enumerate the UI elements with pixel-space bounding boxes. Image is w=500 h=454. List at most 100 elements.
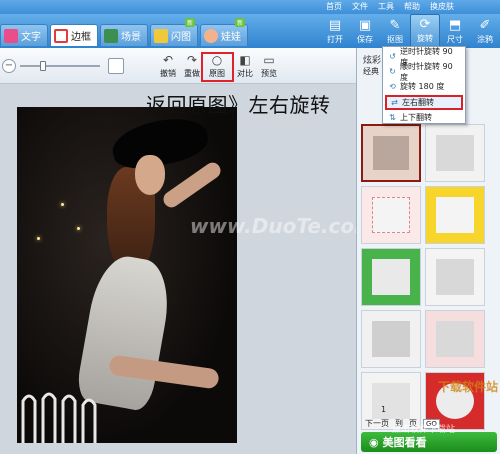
open-label: 打开 (327, 35, 343, 44)
redo-icon: ↷ (186, 53, 198, 67)
frame-thumbnail[interactable] (361, 248, 421, 306)
zoom-fit-button[interactable] (108, 58, 124, 74)
zoom-out-button[interactable]: − (2, 59, 16, 73)
menu-flip-horizontal-label: 左右翻转 (402, 98, 434, 107)
photo-face (135, 155, 165, 195)
menu-flip-horizontal[interactable]: ⇄ 左右翻转 (385, 95, 463, 110)
menu-rotate-180[interactable]: ⟲ 旋转 180 度 (385, 79, 463, 94)
corner-logo-line1: 下载软件站 (437, 380, 498, 394)
main-tab-bar: 文字 边框 场景 新 闪图 新 娃娃 ▤ 打开 ▣ 保存 ✎ 抠图 ⟳ 旋转 ⬒… (0, 14, 500, 48)
tab-flash-label: 闪图 (171, 32, 191, 43)
photo-image (17, 107, 237, 443)
new-badge: 新 (184, 18, 195, 27)
rotate-menu: ↺ 逆时针旋转 90 度 ↻ 顺时针旋转 90 度 ⟲ 旋转 180 度 ⇄ 左… (382, 46, 466, 124)
rotate-180-icon: ⟲ (389, 82, 396, 91)
compare-label: 对比 (237, 69, 253, 78)
flash-icon (154, 28, 168, 43)
zoom-slider-track[interactable] (20, 65, 100, 67)
original-highlight-box (201, 52, 234, 82)
open-icon: ▤ (328, 18, 342, 33)
tab-scene[interactable]: 场景 (100, 24, 148, 46)
menu-help[interactable]: 帮助 (404, 1, 420, 12)
rotate-cw-icon: ↻ (389, 67, 396, 76)
title-bar: 首页 文件 工具 帮助 换皮肤 (0, 0, 500, 14)
flip-vertical-icon: ⇅ (389, 113, 396, 122)
tab-text-label: 文字 (21, 32, 41, 43)
undo-button[interactable]: ↶ 撤销 (156, 53, 180, 81)
main-tools: ▤ 打开 ▣ 保存 ✎ 抠图 ⟳ 旋转 ⬒ 尺寸 ✐ 涂鸦 (320, 14, 500, 48)
frame-thumbnail[interactable] (425, 186, 485, 244)
frame-thumbnail[interactable] (361, 124, 421, 182)
menu-file[interactable]: 文件 (352, 1, 368, 12)
save-icon: ▣ (358, 18, 372, 33)
text-icon (4, 28, 18, 43)
undo-label: 撤销 (160, 69, 176, 78)
resize-label: 尺寸 (447, 35, 463, 44)
pager: 1 (381, 405, 386, 414)
new-badge: 新 (234, 18, 245, 27)
menu-flip-vertical-label: 上下翻转 (400, 113, 432, 122)
menu-flip-vertical[interactable]: ⇅ 上下翻转 (385, 110, 463, 125)
preview-label: 预览 (261, 69, 277, 78)
cutout-label: 抠图 (387, 35, 403, 44)
panel-category-title[interactable]: 炫彩 (363, 53, 381, 66)
tab-flash[interactable]: 新 闪图 (150, 18, 198, 46)
rotate-button[interactable]: ⟳ 旋转 (410, 14, 440, 48)
cutout-button[interactable]: ✎ 抠图 (380, 14, 410, 48)
meitu-label: 美图看看 (382, 436, 427, 449)
menu-skin[interactable]: 换皮肤 (430, 1, 454, 12)
edit-toolbar: − ↶ 撤销 ↷ 重做 ○ 原图 ◧ 对比 ▭ 预览 (0, 48, 356, 84)
menu-rotate-cw-90[interactable]: ↻ 顺时针旋转 90 度 (385, 62, 463, 82)
compare-button[interactable]: ◧ 对比 (233, 53, 257, 81)
redo-label: 重做 (184, 69, 200, 78)
next-page-link[interactable]: 下一页 (365, 418, 389, 429)
resize-button[interactable]: ⬒ 尺寸 (440, 14, 470, 48)
page-number: 1 (381, 405, 387, 414)
bokeh-light (77, 227, 80, 230)
photo-fence (21, 392, 97, 443)
tab-text[interactable]: 文字 (0, 24, 48, 46)
doll-icon (204, 28, 218, 43)
bokeh-light (37, 237, 40, 240)
tab-list: 文字 边框 场景 新 闪图 新 娃娃 (0, 18, 248, 46)
rotate-label: 旋转 (417, 34, 433, 43)
preview-icon: ▭ (263, 53, 275, 67)
bokeh-light (61, 203, 64, 206)
photo-arm (160, 159, 224, 211)
tab-doll[interactable]: 新 娃娃 (200, 18, 248, 46)
panel-category-sub[interactable]: 经典 (363, 66, 379, 77)
doodle-label: 涂鸦 (477, 35, 493, 44)
frame-icon (54, 28, 68, 43)
zoom-slider-handle[interactable] (40, 61, 46, 71)
tab-frame-label: 边框 (71, 32, 91, 43)
frame-thumbnail[interactable] (425, 310, 485, 368)
rotate-ccw-icon: ↺ (389, 52, 396, 61)
frame-thumbnail[interactable] (425, 124, 485, 182)
menu-rotate-180-label: 旋转 180 度 (400, 82, 445, 91)
tab-scene-label: 场景 (121, 32, 141, 43)
instruction-callout: 返回原图》左右旋转 (146, 93, 331, 117)
top-menu: 首页 文件 工具 帮助 换皮肤 (326, 1, 454, 12)
open-button[interactable]: ▤ 打开 (320, 14, 350, 48)
meitu-icon: ◉ (369, 435, 379, 449)
corner-site-logo: 下载软件站 (420, 378, 498, 395)
tab-frame[interactable]: 边框 (50, 24, 98, 46)
save-button[interactable]: ▣ 保存 (350, 14, 380, 48)
rotate-icon: ⟳ (419, 17, 431, 32)
doodle-button[interactable]: ✐ 涂鸦 (470, 14, 500, 48)
frame-thumbnail[interactable] (361, 310, 421, 368)
watermark-text: www.DuoTe.com (190, 214, 375, 238)
flip-horizontal-icon: ⇄ (391, 98, 398, 107)
resize-icon: ⬒ (448, 18, 462, 33)
menu-tools[interactable]: 工具 (378, 1, 394, 12)
doodle-icon: ✐ (479, 18, 491, 33)
meitu-view-button[interactable]: ◉ 美图看看 (361, 432, 497, 452)
preview-button[interactable]: ▭ 预览 (257, 53, 281, 81)
save-label: 保存 (357, 35, 373, 44)
frame-thumbnail[interactable] (425, 248, 485, 306)
corner-logo-line2: 点击软件下载站 (392, 425, 456, 435)
frame-thumbnail[interactable] (361, 186, 421, 244)
scene-icon (104, 28, 118, 43)
cutout-icon: ✎ (389, 18, 401, 33)
menu-home[interactable]: 首页 (326, 1, 342, 12)
